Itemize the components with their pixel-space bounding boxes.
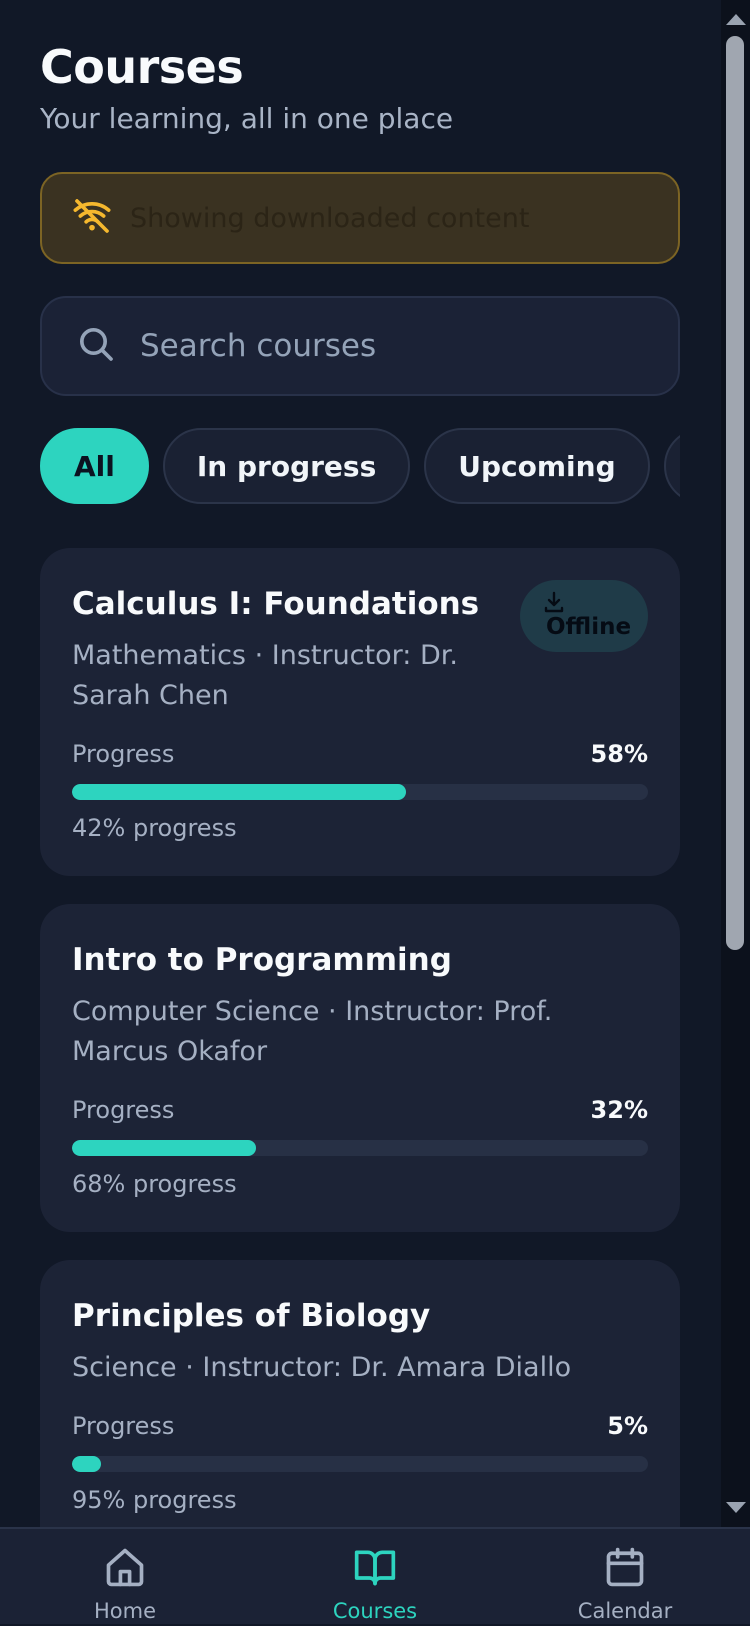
progress-percent: 5%	[607, 1412, 648, 1440]
nav-label-calendar: Calendar	[577, 1599, 673, 1623]
course-meta: Computer Science · Instructor: Prof. Mar…	[72, 996, 553, 1067]
course-title: Intro to Programming	[72, 942, 452, 978]
progress-bar	[72, 1456, 648, 1472]
progress-bar-fill	[72, 784, 407, 800]
scrollbar-thumb[interactable]	[726, 36, 744, 950]
scroll-up-arrow[interactable]	[726, 14, 746, 25]
scrollbar[interactable]	[721, 0, 750, 1527]
nav-label-home: Home	[93, 1599, 156, 1623]
course-title: Calculus I: Foundations	[72, 586, 480, 622]
progress-percent: 32%	[590, 1096, 648, 1124]
filter-chip-all[interactable]: All	[40, 428, 149, 504]
nav-item-home[interactable]: Home	[25, 1529, 225, 1626]
offline-badge: Offline	[520, 580, 648, 652]
progress-percent: 58%	[590, 740, 648, 768]
course-meta: Mathematics · Instructor: Dr. Sarah Chen	[72, 640, 458, 711]
offline-banner-text: Showing downloaded content	[130, 202, 530, 234]
page-title: Courses	[40, 40, 244, 94]
progress-note: 95% progress	[72, 1486, 237, 1514]
progress-note: 68% progress	[72, 1170, 237, 1198]
bottom-nav: Home Courses Calendar	[0, 1527, 750, 1624]
progress-label: Progress	[72, 1096, 175, 1124]
progress-bar-fill	[72, 1140, 257, 1156]
offline-badge-label: Offline	[546, 614, 632, 640]
progress-note: 42% progress	[72, 814, 237, 842]
progress-label: Progress	[72, 740, 175, 768]
course-card[interactable]: Calculus I: Foundations Mathematics · In…	[40, 548, 680, 876]
wifi-off-icon	[72, 196, 112, 240]
progress-bar-fill	[72, 1456, 101, 1472]
scroll-down-arrow[interactable]	[726, 1502, 746, 1513]
search-bar[interactable]	[40, 296, 680, 396]
course-card[interactable]: Principles of Biology Science · Instruct…	[40, 1260, 680, 1527]
progress-label: Progress	[72, 1412, 175, 1440]
offline-banner: Showing downloaded content	[40, 172, 680, 264]
progress-bar	[72, 1140, 648, 1156]
app-viewport: Courses Your learning, all in one place …	[0, 0, 721, 1527]
progress-bar	[72, 784, 648, 800]
filter-chips: AllIn progressUpcomingCo	[40, 428, 680, 504]
page-subtitle: Your learning, all in one place	[40, 102, 454, 135]
search-icon	[76, 324, 116, 368]
filter-chip-completed[interactable]: Co	[663, 428, 680, 504]
nav-label-courses: Courses	[332, 1599, 418, 1623]
search-input[interactable]	[140, 328, 640, 364]
course-meta: Science · Instructor: Dr. Amara Diallo	[72, 1352, 572, 1383]
course-title: Principles of Biology	[72, 1298, 431, 1334]
course-card[interactable]: Intro to Programming Computer Science · …	[40, 904, 680, 1232]
nav-item-courses[interactable]: Courses	[275, 1529, 475, 1626]
nav-item-calendar[interactable]: Calendar	[525, 1529, 725, 1626]
filter-chip-in-progress[interactable]: In progress	[162, 428, 411, 504]
filter-chip-upcoming[interactable]: Upcoming	[424, 428, 650, 504]
